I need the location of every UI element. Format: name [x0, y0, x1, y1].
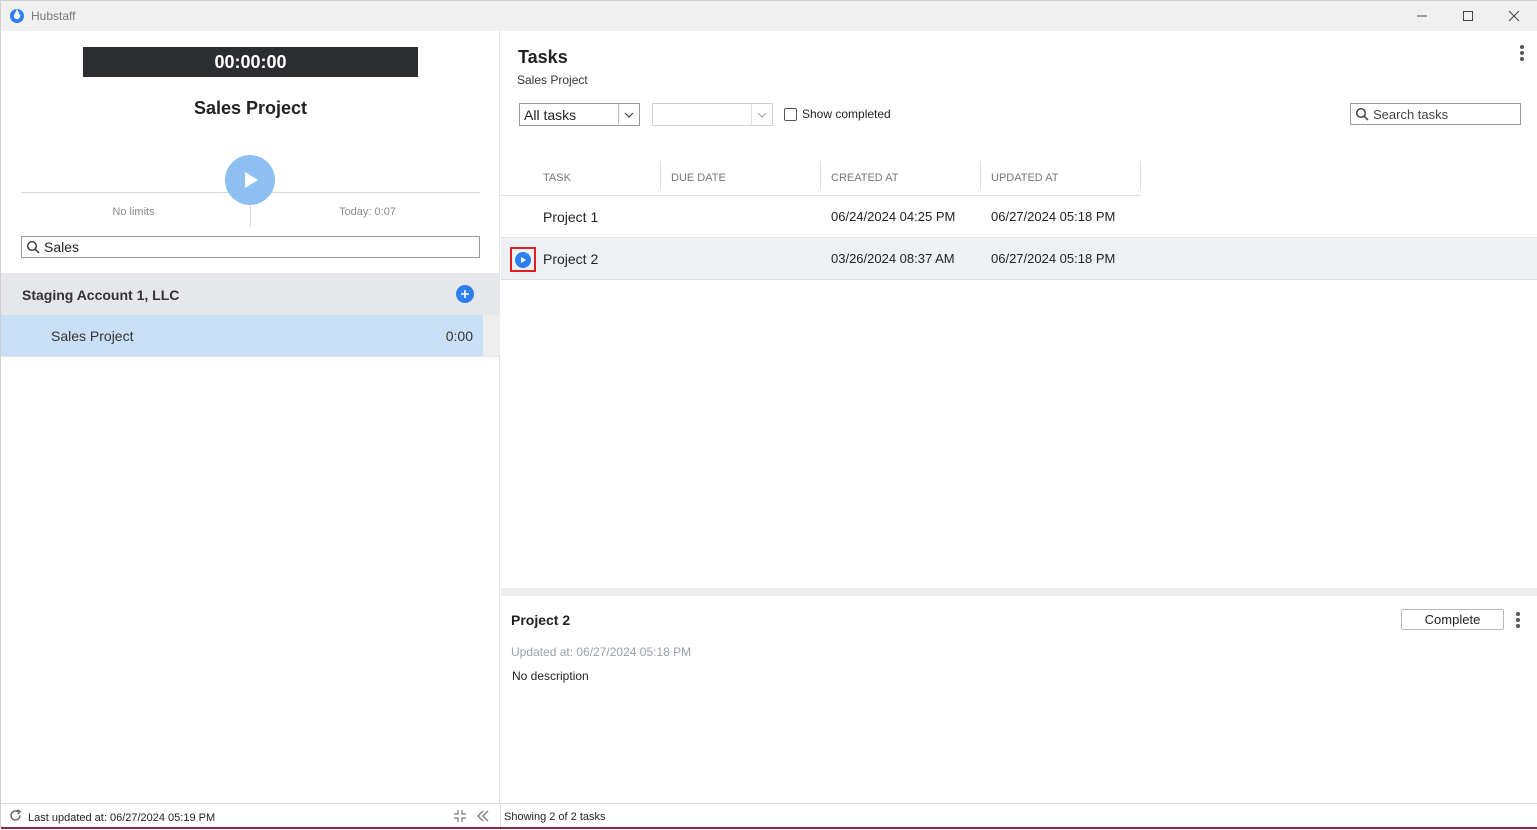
column-separator: [980, 161, 981, 189]
more-dot: [1516, 624, 1520, 628]
start-timer-button[interactable]: [225, 155, 275, 205]
column-header-task[interactable]: TASK: [543, 161, 571, 195]
column-separator: [1140, 161, 1141, 189]
today-total-label: Today: 0:07: [339, 206, 396, 218]
column-header-updated-at[interactable]: UPDATED AT: [991, 161, 1058, 195]
complete-button[interactable]: Complete: [1401, 609, 1504, 630]
current-project-title: Sales Project: [193, 98, 308, 118]
tasks-panel: Tasks Sales Project All tasks Show compl…: [501, 31, 1537, 803]
detail-more-menu-button[interactable]: [1513, 612, 1523, 632]
detail-description: No description: [512, 669, 589, 683]
project-search-input[interactable]: [44, 238, 474, 256]
column-header-created-at[interactable]: CREATED AT: [831, 161, 898, 195]
project-time: 0:00: [445, 328, 473, 344]
timer-display: 00:00:00: [83, 47, 418, 77]
show-completed-toggle[interactable]: Show completed: [784, 107, 891, 121]
detail-updated-at: Updated at: 06/27/2024 05:18 PM: [511, 645, 692, 659]
more-vertical-icon: [1516, 612, 1520, 616]
title-bar: Hubstaff: [1, 1, 1537, 31]
detail-task-title: Project 2: [511, 612, 571, 628]
column-separator: [820, 161, 821, 189]
task-updated-at: 06/27/2024 05:18 PM: [991, 251, 1116, 266]
close-icon: [1508, 10, 1520, 22]
maximize-button[interactable]: [1445, 1, 1491, 31]
table-row-selected[interactable]: Project 2 03/26/2024 08:37 AM 06/27/2024…: [501, 238, 1537, 280]
status-bar: Last updated at: 06/27/2024 05:19 PM Sho…: [1, 803, 1537, 830]
more-vertical-icon: [1520, 45, 1524, 49]
tasks-more-menu-button[interactable]: [1516, 45, 1528, 65]
showing-count-label: Showing 2 of 2 tasks: [504, 811, 606, 823]
left-panel: 00:00:00 Sales Project No limits Today: …: [1, 31, 500, 803]
task-name: Project 1: [543, 209, 599, 225]
more-dot: [1520, 57, 1524, 61]
project-search-field[interactable]: [21, 236, 480, 258]
show-completed-checkbox[interactable]: [784, 107, 797, 121]
table-row[interactable]: Project 1 06/24/2024 04:25 PM 06/27/2024…: [501, 196, 1537, 238]
task-filter-select[interactable]: All tasks: [519, 103, 640, 126]
task-filter-value: All tasks: [524, 107, 577, 123]
play-circle-icon: [515, 251, 531, 268]
hubstaff-logo-icon: [10, 9, 24, 23]
more-dot: [1516, 618, 1520, 622]
detail-splitter[interactable]: [501, 588, 1537, 596]
plus-icon: [461, 290, 469, 298]
task-name: Project 2: [543, 251, 599, 267]
project-list-item[interactable]: Sales Project 0:00: [1, 315, 483, 356]
desktop-strip: [1, 827, 1537, 829]
minimize-icon: [1417, 15, 1427, 17]
play-icon: [245, 172, 258, 188]
start-task-button[interactable]: [510, 247, 536, 272]
list-divider: [1, 356, 500, 357]
scrollbar-track[interactable]: [483, 315, 500, 356]
organization-name: Staging Account 1, LLC: [22, 287, 180, 303]
secondary-filter-select[interactable]: [652, 103, 773, 126]
refresh-icon[interactable]: [9, 809, 22, 822]
window-title: Hubstaff: [31, 9, 76, 23]
collapse-panel-icon[interactable]: [475, 808, 491, 824]
organization-header: Staging Account 1, LLC: [1, 273, 500, 315]
add-project-button[interactable]: [456, 285, 474, 303]
column-header-due-date[interactable]: DUE DATE: [671, 161, 726, 195]
search-icon: [26, 240, 40, 254]
maximize-icon: [1463, 11, 1473, 21]
chevron-down-icon: [751, 104, 772, 125]
show-completed-label: Show completed: [802, 107, 891, 121]
tasks-subtitle: Sales Project: [517, 73, 588, 87]
task-created-at: 06/24/2024 04:25 PM: [831, 209, 956, 224]
last-updated-label: Last updated at: 06/27/2024 05:19 PM: [28, 812, 216, 824]
task-search-field[interactable]: Search tasks: [1350, 103, 1521, 125]
task-search-placeholder: Search tasks: [1373, 107, 1449, 122]
close-button[interactable]: [1491, 1, 1537, 31]
compact-mode-icon[interactable]: [453, 809, 467, 823]
project-name: Sales Project: [51, 328, 134, 344]
more-dot: [1520, 51, 1524, 55]
tasks-title: Tasks: [518, 47, 568, 67]
task-created-at: 03/26/2024 08:37 AM: [831, 251, 955, 266]
limits-label: No limits: [112, 206, 155, 218]
column-separator: [660, 161, 661, 189]
minimize-button[interactable]: [1399, 1, 1445, 31]
chevron-down-icon: [618, 104, 639, 125]
hubstaff-window: Hubstaff 00:00:00 Sales Project No limit…: [0, 0, 1537, 830]
task-updated-at: 06/27/2024 05:18 PM: [991, 209, 1116, 224]
search-icon: [1355, 107, 1369, 121]
